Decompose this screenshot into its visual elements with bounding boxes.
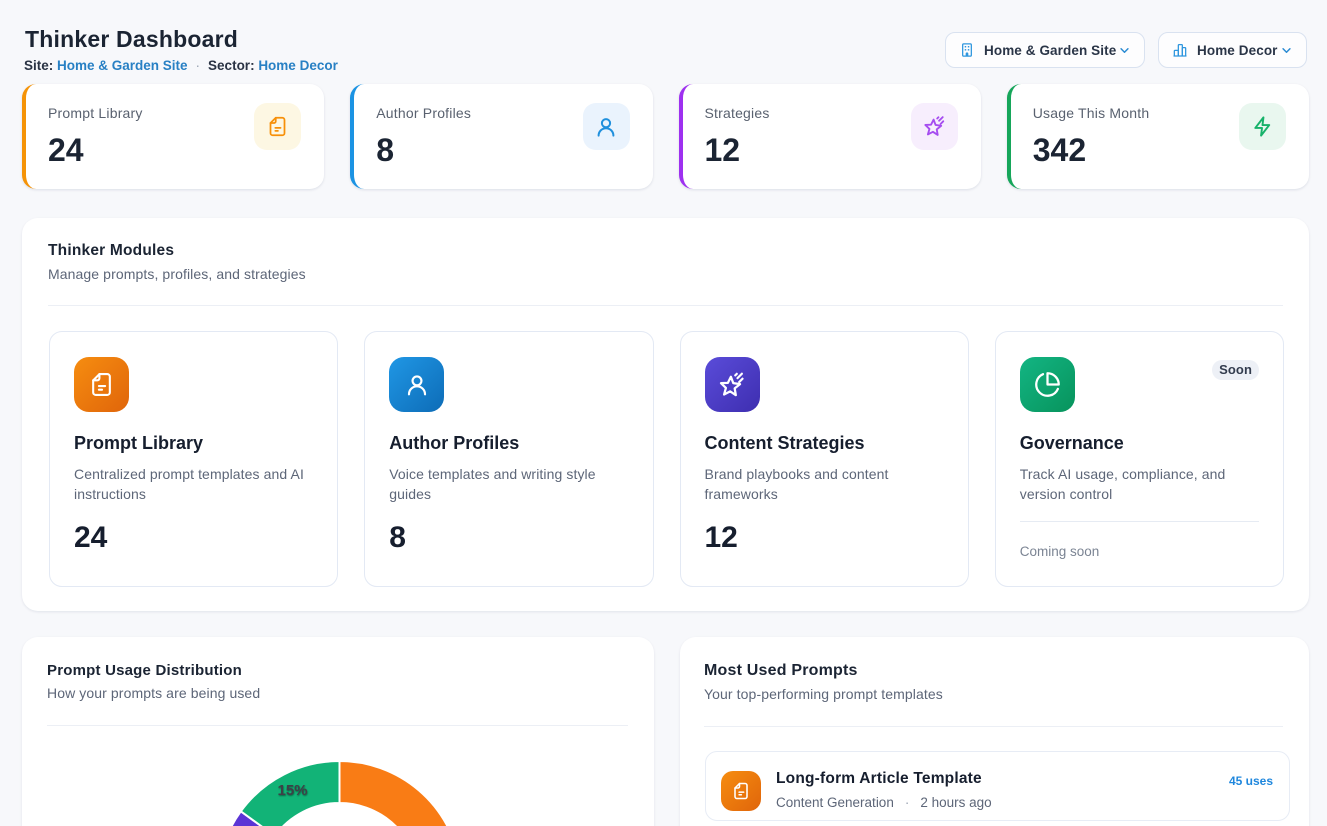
svg-text:15%: 15% — [277, 782, 307, 799]
